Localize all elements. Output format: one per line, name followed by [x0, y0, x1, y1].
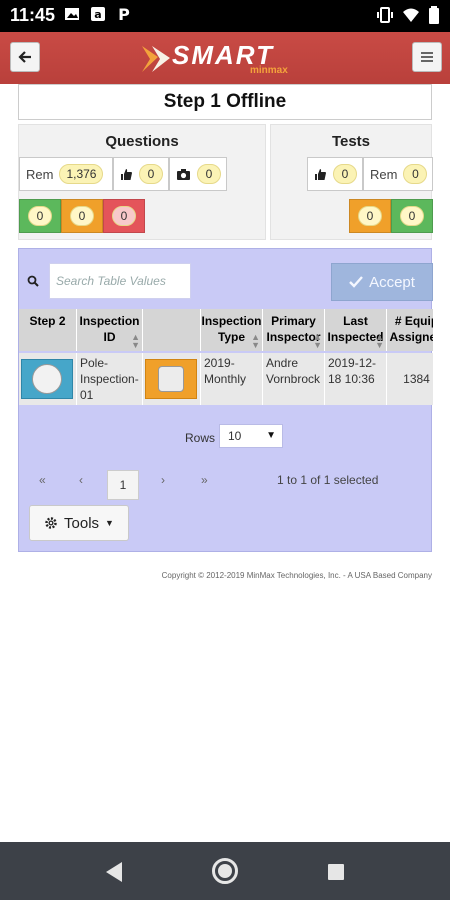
tests-remaining-stat[interactable]: Rem 0: [363, 157, 433, 191]
tests-orange-button[interactable]: 0: [349, 199, 391, 233]
back-button[interactable]: [10, 42, 40, 72]
tests-thumbs-count-badge: 0: [333, 164, 357, 184]
col-header-primary-inspector[interactable]: Primary Inspector ▲ ▼: [263, 309, 325, 351]
back-nav-icon[interactable]: [104, 861, 124, 883]
col-header-equip-assigned-label: # Equip Assigned: [389, 314, 433, 344]
orange-count-badge: 0: [70, 206, 94, 226]
tests-remaining-label: Rem: [370, 166, 398, 182]
cell-primary-inspector: Andre Vornbrock: [263, 353, 325, 405]
rows-select[interactable]: 10 ▼: [219, 424, 283, 448]
parking-icon: P: [118, 6, 130, 22]
tests-green-button[interactable]: 0: [391, 199, 433, 233]
col-header-blank[interactable]: [143, 309, 201, 351]
questions-panel: Questions Rem 1,376 0 0 0 0 0: [18, 124, 266, 240]
inspection-table: Step 2 Inspection ID ▲ ▼ Inspection Type …: [19, 309, 433, 409]
circle-icon: [32, 364, 62, 394]
rows-select-value: 10: [228, 429, 242, 443]
questions-title: Questions: [105, 133, 179, 150]
cell-equip-assigned: 1384: [387, 353, 433, 405]
questions-green-button[interactable]: 0: [19, 199, 61, 233]
svg-text:P: P: [118, 6, 130, 22]
sort-icon: ▲ ▼: [131, 332, 140, 350]
table-search-input[interactable]: Search Table Values: [49, 263, 191, 299]
questions-camera-stat[interactable]: 0: [169, 157, 227, 191]
battery-icon: [429, 6, 439, 24]
questions-red-button[interactable]: 0: [103, 199, 145, 233]
col-header-last-inspected[interactable]: Last Inspected ▲ ▼: [325, 309, 387, 351]
thumbs-up-icon: [121, 168, 132, 180]
pager-last-button[interactable]: »: [201, 473, 208, 487]
app-header: SMART minmax: [0, 32, 450, 84]
cell-inspection-type: 2019-Monthly: [201, 353, 263, 405]
menu-button[interactable]: [412, 42, 442, 72]
step2-toggle-button[interactable]: [21, 359, 73, 399]
thumbs-count-badge: 0: [139, 164, 163, 184]
home-nav-icon[interactable]: [211, 857, 239, 885]
sort-icon: ▲ ▼: [375, 332, 384, 350]
amazon-icon: a: [91, 7, 105, 21]
back-arrow-icon: [18, 51, 31, 63]
caret-down-icon: ▼: [105, 518, 114, 528]
table-row-step2-cell: [19, 353, 77, 405]
square-icon: [158, 366, 184, 392]
dropdown-caret-icon: ▼: [266, 430, 276, 441]
accept-label: Accept: [369, 273, 415, 291]
logo-mark-icon: [142, 46, 170, 72]
pager-first-button[interactable]: «: [39, 473, 46, 487]
remaining-count-badge: 1,376: [59, 164, 104, 184]
tools-button[interactable]: Tools ▼: [29, 505, 129, 541]
status-bar: 11:45 a P: [0, 0, 450, 32]
logo-subtext: minmax: [250, 65, 288, 76]
recents-nav-icon[interactable]: [327, 863, 345, 881]
red-count-badge: 0: [112, 206, 136, 226]
inspection-table-card: Search Table Values Accept Step 2 Inspec…: [18, 248, 433, 552]
checkmark-icon: [349, 276, 363, 288]
sort-icon: ▲ ▼: [251, 332, 260, 350]
status-time: 11:45: [10, 5, 56, 25]
tests-green-count-badge: 0: [400, 206, 424, 226]
col-header-equip-assigned[interactable]: # Equip Assigned: [387, 309, 433, 351]
camera-icon: [177, 168, 190, 180]
image-icon: [65, 8, 79, 20]
smart-logo: SMART minmax: [138, 40, 314, 78]
sort-icon: ▲ ▼: [313, 332, 322, 350]
hamburger-icon: [421, 52, 433, 62]
tools-label: Tools: [64, 514, 100, 532]
rows-label: Rows: [185, 431, 216, 445]
pager-summary: 1 to 1 of 1 selected: [277, 473, 379, 487]
thumbs-up-icon: [315, 168, 326, 180]
questions-thumbs-stat[interactable]: 0: [113, 157, 169, 191]
tests-orange-count-badge: 0: [358, 206, 382, 226]
remaining-label: Rem: [26, 166, 54, 182]
copyright-text: Copyright © 2012-2019 MinMax Technologie…: [161, 571, 432, 580]
pager-next-button[interactable]: ›: [161, 473, 165, 487]
row-action-button[interactable]: [145, 359, 197, 399]
col-header-inspection-type[interactable]: Inspection Type ▲ ▼: [201, 309, 263, 351]
tests-remaining-count-badge: 0: [403, 164, 428, 184]
system-nav-bar: [0, 842, 450, 900]
cell-inspection-id: Pole-Inspection-01: [77, 353, 143, 405]
svg-text:a: a: [94, 8, 101, 21]
wifi-icon: [403, 8, 419, 22]
questions-orange-button[interactable]: 0: [61, 199, 103, 233]
tests-title: Tests: [331, 133, 371, 150]
accept-button[interactable]: Accept: [331, 263, 433, 301]
search-icon: [27, 275, 39, 287]
table-row-action-cell: [143, 353, 201, 405]
camera-count-badge: 0: [197, 164, 221, 184]
pager-page-button[interactable]: 1: [107, 470, 139, 500]
vibrate-icon: [377, 7, 393, 23]
page-title: Step 1 Offline: [18, 84, 432, 120]
col-header-step2[interactable]: Step 2: [19, 309, 77, 351]
tests-panel: Tests 0 Rem 0 0 0: [270, 124, 433, 240]
questions-remaining-stat[interactable]: Rem 1,376: [19, 157, 113, 191]
green-count-badge: 0: [28, 206, 52, 226]
tests-thumbs-stat[interactable]: 0: [307, 157, 363, 191]
pager-page-number: 1: [119, 478, 127, 492]
pager-prev-button[interactable]: ‹: [79, 473, 83, 487]
gear-icon: [45, 517, 57, 529]
col-header-inspection-id[interactable]: Inspection ID ▲ ▼: [77, 309, 143, 351]
cell-last-inspected: 2019-12-18 10:36: [325, 353, 387, 405]
